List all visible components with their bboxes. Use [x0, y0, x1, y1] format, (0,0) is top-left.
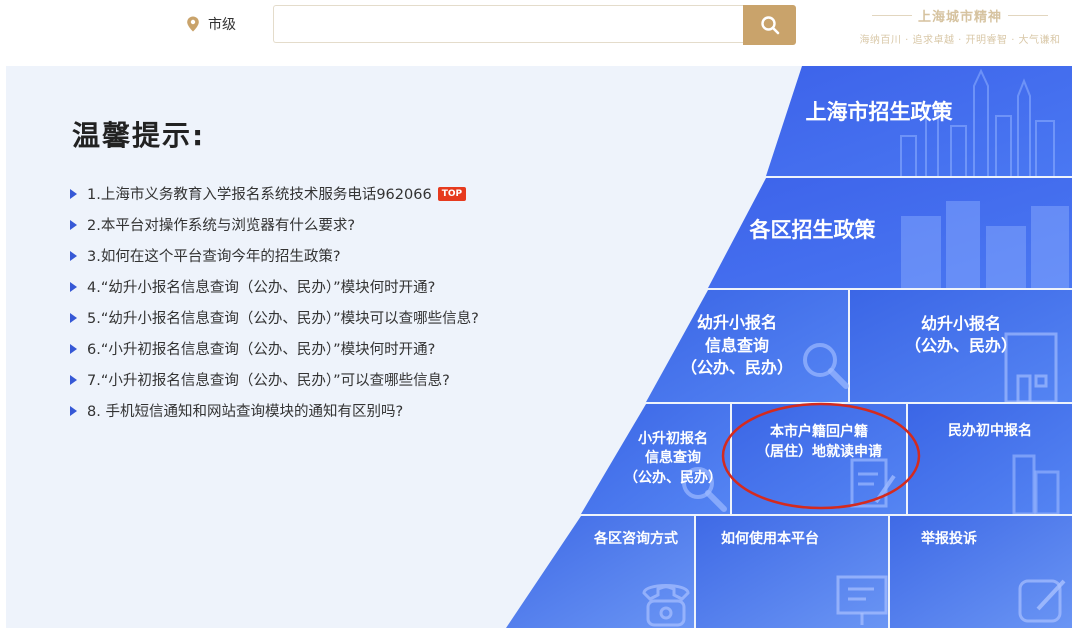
tile-k2p-registration[interactable]: 幼升小报名 （公办、民办） [850, 290, 1072, 402]
slogan-divider [871, 15, 912, 16]
top-header: 市级 上海城市精神 海纳百川 · 追求卓越 · 开明睿智 · 大气谦和 [0, 0, 1080, 58]
tile-label: 幼升小报名 信息查询 （公办、民办） [680, 313, 793, 378]
tile-private-middle-school-registration[interactable]: 民办初中报名 [908, 404, 1072, 514]
city-spirit-slogan: 上海城市精神 海纳百川 · 追求卓越 · 开明睿智 · 大气谦和 [846, 6, 1074, 46]
tile-district-enrollment-policy[interactable]: 各区招生政策 [708, 178, 1072, 288]
tile-district-contact[interactable]: 各区咨询方式 [566, 516, 694, 628]
location-pin-icon [187, 16, 199, 32]
tile-report-complaint[interactable]: 举报投诉 [890, 516, 1072, 628]
search-icon [760, 16, 779, 35]
tile-label: 各区招生政策 [749, 218, 876, 243]
main-panel: 温馨提示: 1.上海市义务教育入学报名系统技术服务电话962066 TOP 2.本… [6, 66, 1072, 628]
tile-city-enrollment-policy[interactable]: 上海市招生政策 [766, 66, 1072, 176]
tile-p2m-registration-query[interactable]: 小升初报名 信息查询 （公办、民办） [596, 404, 730, 514]
tile-how-to-use-platform[interactable]: 如何使用本平台 [696, 516, 888, 628]
tile-label: 民办初中报名 [948, 422, 1032, 439]
region-selector[interactable]: 市级 [186, 12, 236, 36]
search-input[interactable] [273, 5, 743, 43]
service-pyramid: 上海市招生政策 各区招生政策 幼升小报名 信息查询 （公办、民办） 幼升小报名 … [6, 66, 1072, 628]
tile-label: 幼升小报名 （公办、民办） [904, 313, 1017, 355]
tile-label: 各区咨询方式 [594, 531, 678, 548]
slogan-divider [1008, 15, 1048, 16]
tile-k2p-registration-query[interactable]: 幼升小报名 信息查询 （公办、民办） [646, 290, 846, 402]
tile-label: 上海市招生政策 [805, 100, 953, 125]
search-button[interactable] [743, 5, 796, 45]
slogan-subtitle: 海纳百川 · 追求卓越 · 开明睿智 · 大气谦和 [859, 35, 1061, 46]
tile-label: 如何使用本平台 [721, 531, 819, 548]
tile-label: 本市户籍回户籍 （居住）地就读申请 [756, 424, 882, 460]
slogan-title: 上海城市精神 [917, 10, 1002, 25]
region-label: 市级 [208, 17, 236, 33]
tile-return-to-hukou-application[interactable]: 本市户籍回户籍 （居住）地就读申请 [732, 404, 906, 514]
tile-label: 举报投诉 [921, 531, 977, 548]
tile-label: 小升初报名 信息查询 （公办、民办） [624, 430, 722, 486]
